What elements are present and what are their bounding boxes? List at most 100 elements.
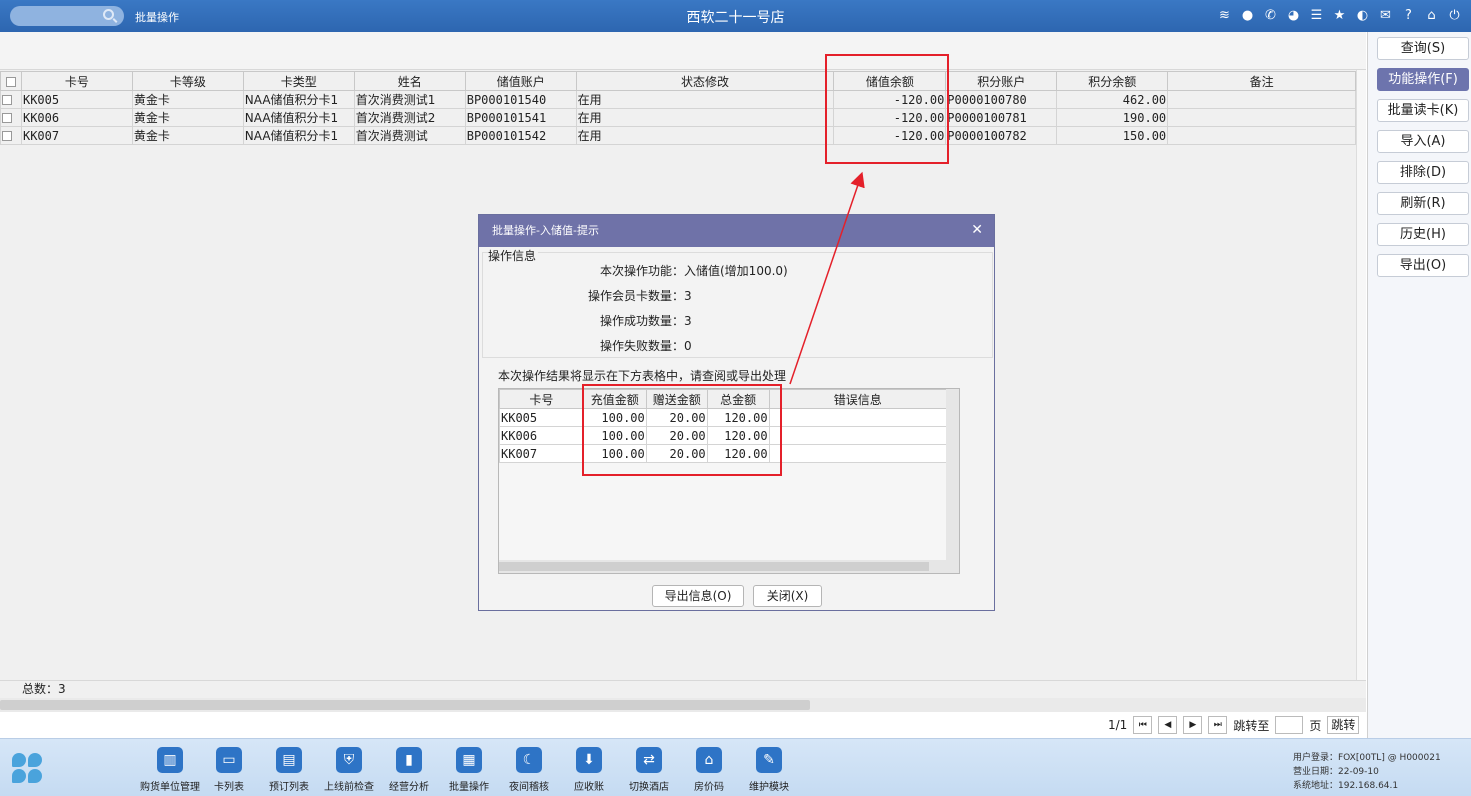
star-icon[interactable]: ★ [1331,7,1348,24]
palette-icon[interactable]: ◕ [1285,7,1302,24]
bar-chart-icon: ▮ [396,747,422,773]
row-checkbox[interactable] [0,108,22,127]
last-page-icon[interactable]: ⏭ [1208,716,1228,734]
cell: NAA储值积分卡1 [242,126,355,145]
grid-header-row: 卡号 卡等级 卡类型 姓名 储值账户 状态修改 储值余额 积分账户 积分余额 备… [0,71,1356,91]
cell: 黄金卡 [131,126,244,145]
theme-icon[interactable]: ◐ [1354,7,1371,24]
exclude-button[interactable]: 排除(D) [1377,161,1469,184]
home-icon[interactable]: ⌂ [1423,7,1440,24]
cell: KK007 [499,444,584,463]
grid-vertical-scrollbar[interactable] [1356,70,1366,698]
help-icon[interactable]: ? [1400,7,1417,24]
operation-info-group: 操作信息 本次操作功能：入储值(增加100.0) 操作会员卡数量：3 操作成功数… [482,247,993,358]
download-icon: ⬇ [576,747,602,773]
close-button[interactable]: 关闭(X) [753,585,822,607]
export-info-button[interactable]: 导出信息(O) [652,585,744,607]
next-page-icon[interactable]: ▶ [1183,716,1203,734]
chat-icon[interactable]: ● [1239,7,1256,24]
nav-rate-code[interactable]: ⌂ 房价码 [679,747,739,793]
cell: KK006 [20,108,133,127]
nav-business-analysis[interactable]: ▮ 经营分析 [379,747,439,793]
cell [1167,126,1356,145]
export-button[interactable]: 导出(O) [1377,254,1469,277]
col-header[interactable]: 积分账户 [945,71,1058,91]
system-info: 用户登录：FOX[00TL] @ H000021 营业日期：22-09-10 系… [1293,751,1441,793]
cell: KK005 [499,408,584,427]
col-header[interactable]: 积分余额 [1056,71,1169,91]
cell [768,426,948,445]
nav-booking-list[interactable]: ▤ 预订列表 [259,747,319,793]
row-checkbox[interactable] [0,90,22,109]
nav-night-audit[interactable]: ☾ 夜间稽核 [499,747,559,793]
history-button[interactable]: 历史(H) [1377,223,1469,246]
cell: P0000100781 [945,108,1058,127]
nav-batch-operation[interactable]: ▦ 批量操作 [439,747,499,793]
highlight-box-amounts [582,384,782,476]
nav-switch-hotel[interactable]: ⇄ 切换酒店 [619,747,679,793]
nav-purchaser-management[interactable]: ▥ 购货单位管理 [140,747,200,793]
col-header[interactable]: 卡等级 [131,71,244,91]
cell: 462.00 [1056,90,1169,109]
col-header[interactable]: 卡号 [499,389,584,409]
mail-icon[interactable]: ✉ [1377,7,1394,24]
info-row: 操作失败数量：0 [600,339,692,353]
info-row: 操作成功数量：3 [600,314,692,328]
grid-icon: ▦ [456,747,482,773]
table-row[interactable]: KK006 黄金卡 NAA储值积分卡1 首次消费测试2 BP000101541 … [0,108,1356,127]
col-header[interactable]: 姓名 [353,71,466,91]
col-header[interactable]: 备注 [1167,71,1356,91]
batch-read-card-button[interactable]: 批量读卡(K) [1377,99,1469,122]
app-logo[interactable] [12,753,44,785]
menu-icon[interactable]: ☰ [1308,7,1325,24]
table-row[interactable]: KK007 黄金卡 NAA储值积分卡1 首次消费测试 BP000101542 在… [0,126,1356,145]
result-vertical-scrollbar[interactable] [946,389,959,561]
row-checkbox[interactable] [0,126,22,145]
document-icon: ▤ [276,747,302,773]
cell: BP000101542 [464,126,577,145]
phone-icon[interactable]: ✆ [1262,7,1279,24]
refresh-button[interactable]: 刷新(R) [1377,192,1469,215]
building-icon: ▥ [157,747,183,773]
query-button[interactable]: 查询(S) [1377,37,1469,60]
cell: 首次消费测试1 [353,90,466,109]
grid-horizontal-scrollbar[interactable] [0,698,1366,712]
power-icon[interactable]: ⏻ [1446,7,1463,24]
page-indicator: 1/1 [1108,718,1128,732]
user-login: 用户登录：FOX[00TL] @ H000021 [1293,753,1441,763]
info-row: 操作会员卡数量：3 [588,289,692,303]
wifi-icon[interactable]: ≋ [1216,7,1233,24]
scrollbar-thumb[interactable] [499,562,929,571]
cell: P0000100782 [945,126,1058,145]
import-button[interactable]: 导入(A) [1377,130,1469,153]
cell [768,444,948,463]
pager: 1/1 ⏮ ◀ ▶ ⏭ 跳转至 页 跳转 [1108,715,1360,735]
col-header[interactable]: 储值账户 [464,71,577,91]
nav-receivables[interactable]: ⬇ 应收账 [559,747,619,793]
switch-icon: ⇄ [636,747,662,773]
page-number-input[interactable] [1275,716,1304,734]
col-header[interactable]: 错误信息 [768,389,948,409]
right-action-panel: 查询(S) 功能操作(F) 批量读卡(K) 导入(A) 排除(D) 刷新(R) … [1367,32,1471,738]
cell: 黄金卡 [131,108,244,127]
prev-page-icon[interactable]: ◀ [1158,716,1178,734]
cell: P0000100780 [945,90,1058,109]
col-header[interactable]: 卡号 [20,71,133,91]
jump-button[interactable]: 跳转 [1327,716,1360,734]
cell: 在用 [575,90,835,109]
close-icon[interactable]: ✕ [971,222,983,238]
nav-maintenance[interactable]: ✎ 维护模块 [739,747,799,793]
function-button[interactable]: 功能操作(F) [1377,68,1469,91]
col-header[interactable]: 状态修改 [575,71,835,91]
select-all-checkbox[interactable] [0,71,22,91]
nav-card-list[interactable]: ▭ 卡列表 [199,747,259,793]
first-page-icon[interactable]: ⏮ [1133,716,1153,734]
table-row[interactable]: KK005 黄金卡 NAA储值积分卡1 首次消费测试1 BP000101540 … [0,90,1356,109]
result-horizontal-scrollbar[interactable] [499,560,959,573]
system-address: 系统地址：192.168.64.1 [1293,781,1399,791]
cell: 在用 [575,126,835,145]
top-bar: 批量操作 西软二十一号店 ≋ ● ✆ ◕ ☰ ★ ◐ ✉ ? ⌂ ⏻ [0,0,1471,32]
nav-pre-launch-check[interactable]: ⛨ 上线前检查 [319,747,379,793]
scrollbar-thumb[interactable] [0,700,810,710]
col-header[interactable]: 卡类型 [242,71,355,91]
